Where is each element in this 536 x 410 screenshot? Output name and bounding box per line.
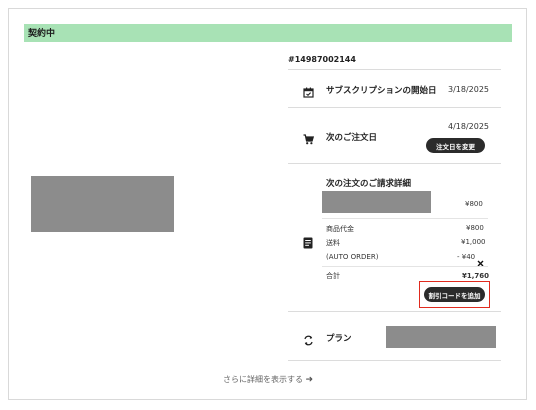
plan-label: プラン xyxy=(326,334,352,344)
calendar-icon xyxy=(303,83,314,102)
subscription-start-date: 3/18/2025 xyxy=(448,85,490,94)
auto-order-discount: - ¥40 xyxy=(457,253,476,261)
show-more-label[interactable]: さらに詳細を表示する xyxy=(223,375,303,384)
product-image xyxy=(31,176,174,232)
divider xyxy=(288,107,501,108)
divider xyxy=(322,218,488,219)
plan-name-redacted xyxy=(386,326,496,348)
sync-icon xyxy=(303,331,314,350)
auto-order-label: (AUTO ORDER) xyxy=(326,253,379,261)
change-order-date-button[interactable]: 注文日を変更 xyxy=(426,138,485,153)
item-price: ¥800 xyxy=(465,200,483,208)
cart-icon xyxy=(303,130,315,149)
total-label: 合計 xyxy=(326,272,340,280)
divider xyxy=(288,311,501,312)
total-value: ¥1,760 xyxy=(462,272,490,280)
subtotal-value: ¥800 xyxy=(466,224,484,232)
billing-title: 次の注文のご請求詳細 xyxy=(326,179,412,189)
arrow-right-icon: ➜ xyxy=(305,375,314,385)
next-order-label: 次のご注文日 xyxy=(326,133,378,143)
divider xyxy=(288,69,501,70)
order-id: #14987002144 xyxy=(288,55,356,64)
add-discount-code-button[interactable]: 割引コードを追加 xyxy=(424,287,485,302)
product-name-redacted xyxy=(322,191,431,213)
subtotal-label: 商品代金 xyxy=(326,225,354,233)
subscription-start-label: サブスクリプションの開始日 xyxy=(326,86,437,96)
document-icon xyxy=(303,234,313,253)
divider xyxy=(288,360,501,361)
divider xyxy=(288,163,501,164)
status-label: 契約中 xyxy=(28,29,56,39)
status-banner: 契約中 xyxy=(24,24,512,42)
shipping-label: 送料 xyxy=(326,239,340,247)
divider xyxy=(322,266,488,267)
show-more-link[interactable]: さらに詳細を表示する ➜ xyxy=(0,374,536,385)
close-icon[interactable] xyxy=(477,252,484,271)
next-order-date: 4/18/2025 xyxy=(448,122,490,131)
shipping-value: ¥1,000 xyxy=(461,238,486,246)
